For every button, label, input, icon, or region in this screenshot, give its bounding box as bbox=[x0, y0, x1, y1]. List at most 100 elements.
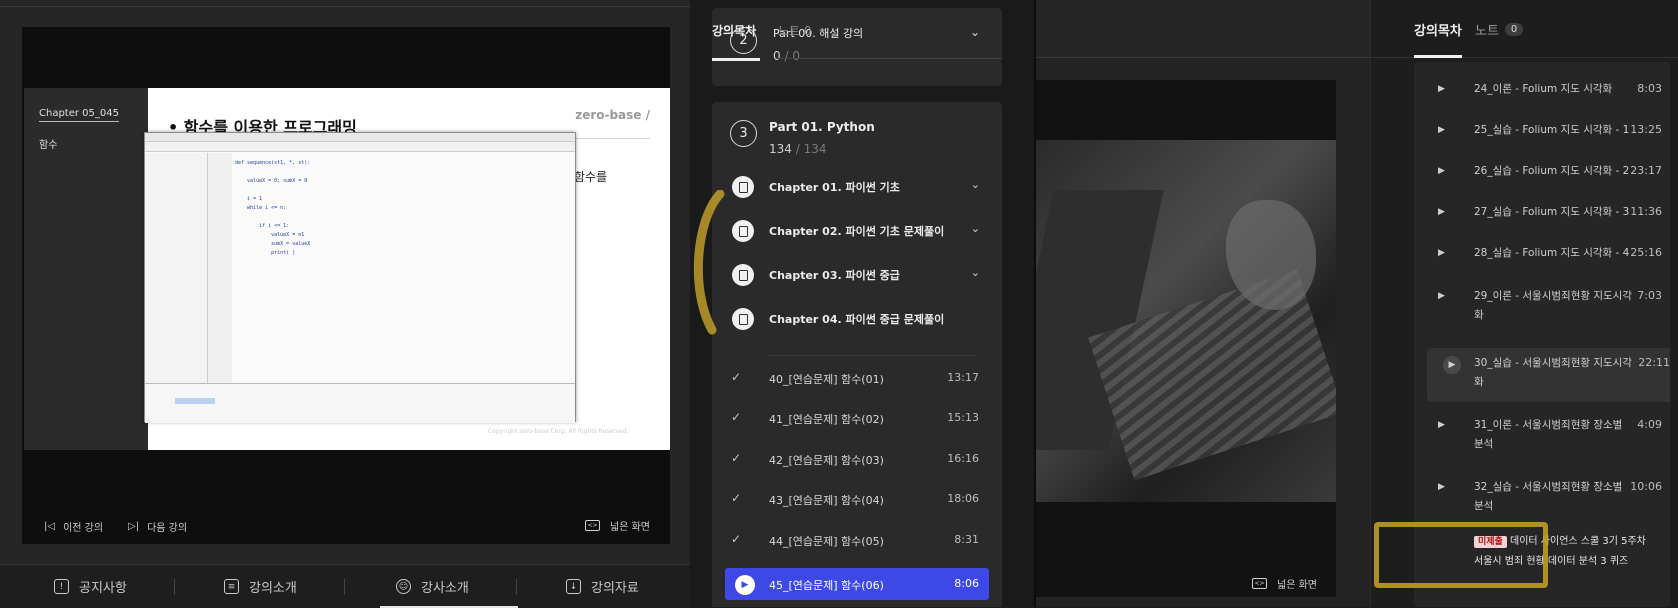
wide-screen-icon: <> bbox=[585, 520, 600, 531]
lesson-duration: 7:03 bbox=[1637, 289, 1662, 302]
part-progress-done: 134 bbox=[769, 142, 792, 156]
ide-console bbox=[145, 383, 575, 423]
play-icon: ▶ bbox=[1438, 420, 1445, 430]
lesson-title: 32_실습 - 서울시범죄현황 장소별 분석 bbox=[1474, 481, 1623, 512]
active-tab-indicator bbox=[1414, 55, 1462, 58]
lesson-duration: 8:06 bbox=[954, 577, 979, 590]
tab-course-intro[interactable]: ≡ 강의소개 bbox=[224, 565, 297, 608]
chevron-down-icon[interactable]: ⌄ bbox=[970, 25, 980, 39]
document-icon bbox=[732, 264, 754, 286]
tab-notice-label: 공지사항 bbox=[79, 581, 127, 596]
wide-screen-icon: <> bbox=[1252, 578, 1267, 589]
lesson-title: 28_실습 - Folium 지도 시각화 - 4 bbox=[1474, 247, 1630, 259]
next-lecture-label: 다음 강의 bbox=[147, 523, 188, 534]
lesson-duration: 18:06 bbox=[947, 492, 979, 505]
slide-brand-logo: zero-base / bbox=[575, 108, 650, 122]
tab-separator bbox=[344, 579, 345, 595]
document-icon bbox=[732, 308, 754, 330]
wide-screen-button[interactable]: <> 넓은 화면 bbox=[1252, 576, 1317, 591]
slide-copyright: Copyright zero-base Corp. All Rights Res… bbox=[488, 428, 629, 435]
lesson-row[interactable]: ✓ 41_[연습문제] 함수(02) 15:13 bbox=[725, 402, 989, 436]
check-icon: ✓ bbox=[731, 491, 742, 505]
lesson-title: 44_[연습문제] 함수(05) bbox=[769, 535, 884, 548]
play-icon: ▶ bbox=[1438, 125, 1445, 135]
part-title[interactable]: Part 01. Python bbox=[769, 120, 875, 134]
chapter-row[interactable]: Chapter 01. 파이썬 기초 ⌄ bbox=[712, 167, 1002, 211]
wide-screen-button[interactable]: <> 넓은 화면 bbox=[585, 518, 650, 533]
ide-console-highlight bbox=[175, 398, 215, 404]
part-progress: 0 / 0 bbox=[773, 49, 800, 63]
lesson-row-active[interactable]: ▶ 45_[연습문제] 함수(06) 8:06 bbox=[725, 568, 989, 600]
tab-notice[interactable]: ! 공지사항 bbox=[54, 565, 127, 608]
part-progress-total: / 0 bbox=[784, 49, 800, 63]
next-lecture-button[interactable]: ▷| 다음 강의 bbox=[128, 519, 187, 534]
wide-screen-label: 넓은 화면 bbox=[610, 522, 650, 533]
tab-notes[interactable]: 노트 0 bbox=[1475, 20, 1524, 39]
part-card-collapsed[interactable]: 2 Part 00. 해설 강의 0 / 0 ⌄ bbox=[712, 8, 1002, 86]
slide-sidebar: Chapter 05_045 함수 bbox=[24, 88, 148, 450]
lesson-row[interactable]: ▶ 28_실습 - Folium 지도 시각화 - 4 25:16 bbox=[1414, 244, 1670, 266]
lesson-row[interactable]: ✓ 42_[연습문제] 함수(03) 16:16 bbox=[725, 443, 989, 477]
skip-forward-icon: ▷| bbox=[128, 521, 140, 532]
lesson-row[interactable]: ▶ 25_실습 - Folium 지도 시각화 - 1 13:25 bbox=[1414, 121, 1670, 143]
check-icon: ✓ bbox=[731, 451, 742, 465]
curriculum-panel: 2 Part 00. 해설 강의 0 / 0 ⌄ 강의목차 노트 0 3 Par… bbox=[690, 0, 1034, 607]
lesson-row[interactable]: ✓ 44_[연습문제] 함수(05) 8:31 bbox=[725, 524, 989, 558]
clipboard-icon: ≡ bbox=[224, 579, 239, 594]
lesson-duration: 11:36 bbox=[1630, 205, 1662, 218]
lesson-title: 29_이론 - 서울시범죄현황 지도시각화 bbox=[1474, 290, 1632, 321]
chapter-row[interactable]: Chapter 02. 파이썬 기초 문제풀이 ⌄ bbox=[712, 211, 1002, 255]
chapter-label: Chapter 01. 파이썬 기초 bbox=[769, 181, 900, 194]
chevron-down-icon: ⌄ bbox=[970, 266, 980, 279]
lesson-duration: 22:11 bbox=[1638, 356, 1670, 369]
tab-notes-label: 노트 bbox=[1475, 24, 1499, 39]
ide-screenshot: def sequence(st1, *, st): valueX = 0; su… bbox=[144, 132, 576, 423]
chapter-label: Chapter 04. 파이썬 중급 문제풀이 bbox=[769, 313, 945, 326]
play-icon: ▶ bbox=[1438, 207, 1445, 217]
tab-toc[interactable]: 강의목차 bbox=[1414, 20, 1462, 39]
chevron-down-icon: ⌄ bbox=[970, 222, 980, 235]
ide-code: def sequence(st1, *, st): valueX = 0; su… bbox=[235, 160, 311, 256]
curriculum-sidebar: 강의목차 노트 0 ▶ 24_이론 - Folium 지도 시각화 8:03 ▶… bbox=[1370, 0, 1678, 607]
slide-chapter-label: Chapter 05_045 bbox=[39, 108, 119, 122]
lesson-duration: 8:31 bbox=[954, 533, 979, 546]
person-icon: ☺ bbox=[396, 579, 411, 594]
chapter-label: Chapter 03. 파이썬 중급 bbox=[769, 269, 900, 282]
lesson-row-active[interactable]: ▶ 30_실습 - 서울시범죄현황 지도시각화 22:11 bbox=[1427, 348, 1670, 402]
lesson-title: 31_이론 - 서울시범죄현황 장소별 분석 bbox=[1474, 419, 1623, 450]
skip-back-icon: |◁ bbox=[44, 521, 56, 532]
lesson-row[interactable]: ▶ 24_이론 - Folium 지도 시각화 8:03 bbox=[1414, 80, 1670, 102]
lesson-duration: 16:16 bbox=[947, 452, 979, 465]
lesson-row[interactable]: ▶ 31_이론 - 서울시범죄현황 장소별 분석 4:09 bbox=[1414, 416, 1670, 458]
slide-topic-label: 함수 bbox=[39, 140, 58, 151]
highlight-marker bbox=[693, 190, 725, 335]
tab-notes-overlay[interactable]: 노트 0 bbox=[778, 22, 812, 39]
document-icon bbox=[732, 220, 754, 242]
lesson-duration: 8:03 bbox=[1637, 82, 1662, 95]
lesson-row[interactable]: ✓ 40_[연습문제] 함수(01) 13:17 bbox=[725, 362, 989, 396]
lesson-title: 24_이론 - Folium 지도 시각화 bbox=[1474, 83, 1613, 95]
slide-partial-text: 함수를 bbox=[574, 170, 608, 184]
lesson-row[interactable]: ▶ 27_실습 - Folium 지도 시각화 - 3 11:36 bbox=[1414, 203, 1670, 225]
document-icon bbox=[732, 176, 754, 198]
prev-lecture-button[interactable]: |◁ 이전 강의 bbox=[44, 519, 103, 534]
lesson-row[interactable]: ▶ 29_이론 - 서울시범죄현황 지도시각화 7:03 bbox=[1414, 287, 1670, 329]
lesson-title: 26_실습 - Folium 지도 시각화 - 2 bbox=[1474, 165, 1630, 177]
play-icon: ▶ bbox=[1438, 248, 1445, 258]
lesson-title: 41_[연습문제] 함수(02) bbox=[769, 413, 884, 426]
tab-toc-overlay[interactable]: 강의목차 bbox=[712, 22, 756, 39]
lesson-row[interactable]: ▶ 32_실습 - 서울시범죄현황 장소별 분석 10:06 bbox=[1414, 478, 1670, 520]
part-progress: 134 / 134 bbox=[769, 142, 827, 156]
divider bbox=[769, 355, 976, 356]
lesson-row[interactable]: ✓ 43_[연습문제] 함수(04) 18:06 bbox=[725, 483, 989, 517]
tab-separator bbox=[516, 579, 517, 595]
lesson-title: 42_[연습문제] 함수(03) bbox=[769, 454, 884, 467]
tab-instructor[interactable]: ☺ 강사소개 bbox=[396, 565, 469, 608]
play-icon: ▶ bbox=[735, 575, 755, 595]
play-icon: ▶ bbox=[1438, 291, 1445, 301]
chapter-row[interactable]: Chapter 04. 파이썬 중급 문제풀이 bbox=[712, 299, 1002, 343]
lesson-row[interactable]: ▶ 26_실습 - Folium 지도 시각화 - 2 23:17 bbox=[1414, 162, 1670, 184]
second-player-panel: <> 넓은 화면 강의목차 노트 0 ▶ 24_이론 - Folium 지도 시… bbox=[1036, 0, 1678, 607]
chapter-row[interactable]: Chapter 03. 파이썬 중급 ⌄ bbox=[712, 255, 1002, 299]
tab-materials[interactable]: ↓ 강의자료 bbox=[566, 565, 639, 608]
